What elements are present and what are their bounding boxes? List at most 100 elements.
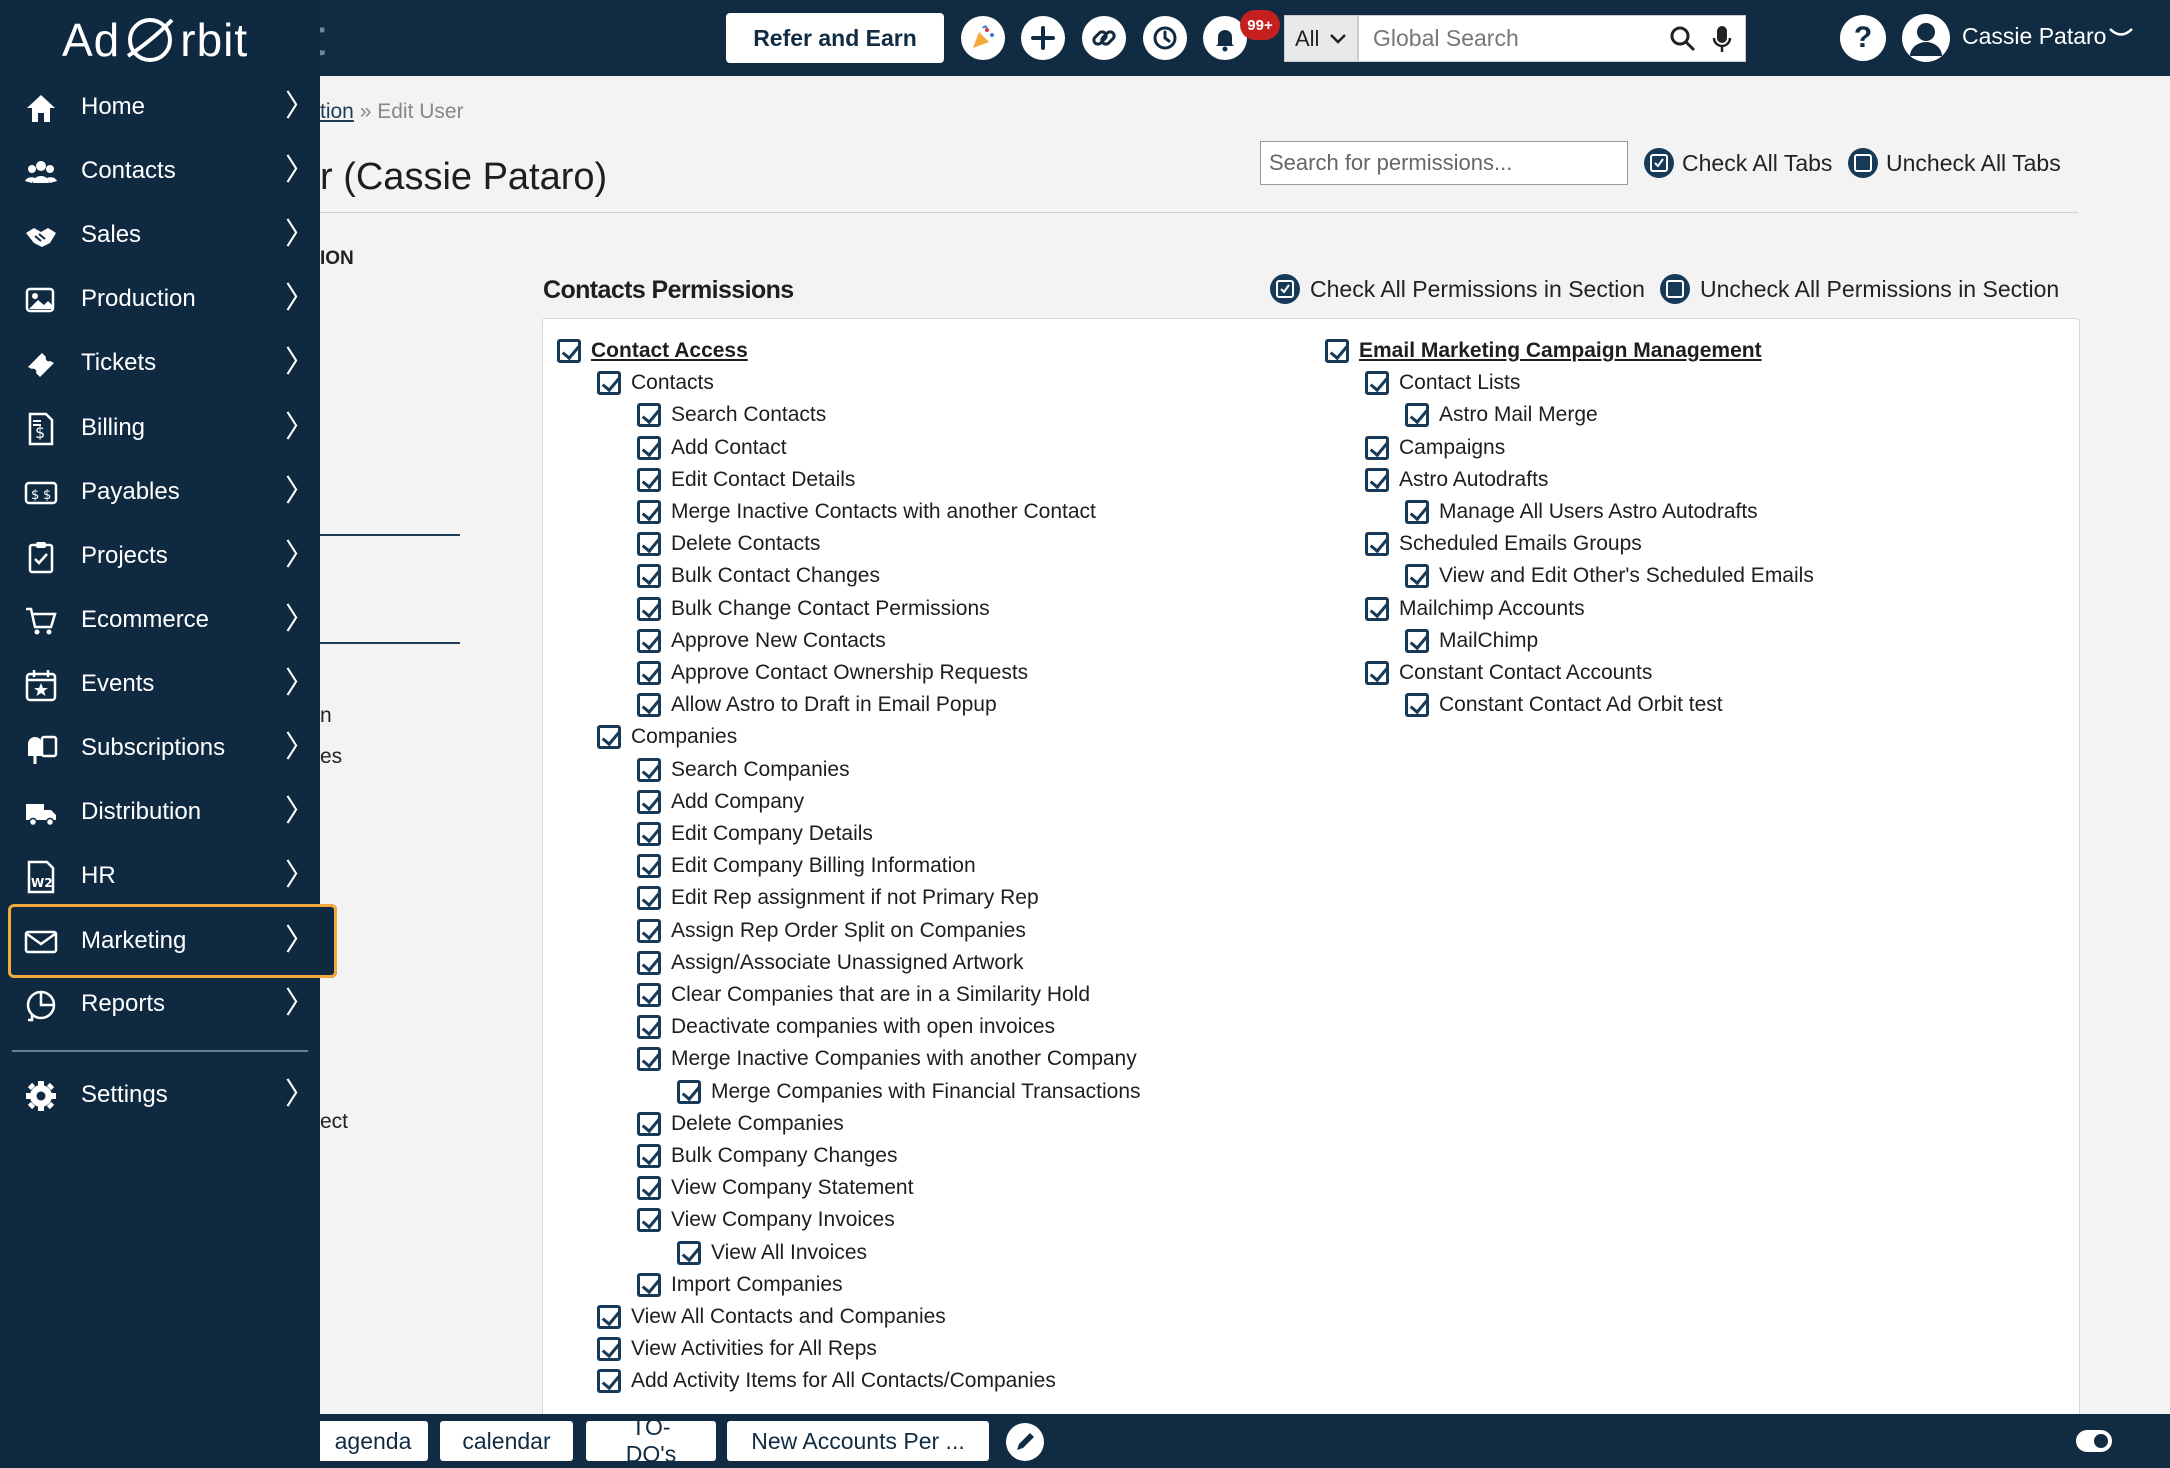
checkbox-checked-icon[interactable] <box>637 1015 661 1040</box>
checkbox-checked-icon[interactable] <box>637 661 661 685</box>
checkbox-checked-icon[interactable] <box>597 725 621 750</box>
permission-item[interactable]: Astro Autodrafts <box>1365 467 1548 492</box>
ad-orbit-logo[interactable]: Ad rbit <box>62 10 248 70</box>
checkbox-checked-icon[interactable] <box>1365 371 1389 396</box>
permission-item[interactable]: Clear Companies that are in a Similarity… <box>637 983 1090 1007</box>
checkbox-checked-icon[interactable] <box>637 403 661 428</box>
chevron-down-icon[interactable] <box>2108 26 2134 42</box>
checkbox-checked-icon[interactable] <box>637 1208 661 1233</box>
pencil-icon[interactable] <box>1006 1423 1044 1461</box>
permission-item[interactable]: Bulk Change Contact Permissions <box>637 596 990 621</box>
checkbox-checked-icon[interactable] <box>1365 661 1389 685</box>
permission-item[interactable]: Contact Lists <box>1365 371 1520 396</box>
checkbox-checked-icon[interactable] <box>597 1305 621 1329</box>
side-tab-fragment[interactable]: ect <box>320 1110 348 1134</box>
checkbox-checked-icon[interactable] <box>597 1337 621 1362</box>
checkbox-checked-icon[interactable] <box>597 371 621 396</box>
side-tab-fragment[interactable]: n <box>320 704 332 728</box>
checkbox-checked-icon[interactable] <box>1365 435 1389 460</box>
global-search-input[interactable] <box>1373 25 1669 52</box>
permission-item[interactable]: Add Activity Items for All Contacts/Comp… <box>597 1369 1056 1394</box>
bottom-tab-new-accounts[interactable]: New Accounts Per ... <box>727 1421 989 1461</box>
add-icon[interactable] <box>1021 16 1065 60</box>
permission-item[interactable]: Import Companies <box>637 1272 843 1297</box>
checkbox-checked-icon[interactable] <box>637 1047 661 1072</box>
permission-item[interactable]: Deactivate companies with open invoices <box>637 1015 1055 1040</box>
permission-item[interactable]: Constant Contact Ad Orbit test <box>1405 693 1723 718</box>
permission-item[interactable]: Approve New Contacts <box>637 628 886 653</box>
uncheck-all-tabs-button[interactable]: Uncheck All Tabs <box>1848 148 2061 178</box>
user-name[interactable]: Cassie Pataro <box>1962 23 2106 50</box>
checkbox-checked-icon[interactable] <box>637 596 661 621</box>
permission-item[interactable]: Contacts <box>597 371 714 396</box>
checkbox-checked-icon[interactable] <box>637 564 661 589</box>
sidebar-item-ecommerce[interactable]: Ecommerce 〉 <box>0 588 320 652</box>
search-icon[interactable] <box>1669 25 1697 53</box>
permission-item[interactable]: Assign Rep Order Split on Companies <box>637 918 1026 943</box>
checkbox-checked-icon[interactable] <box>1405 500 1429 524</box>
sidebar-item-subscriptions[interactable]: Subscriptions 〉 <box>0 716 320 780</box>
checkbox-checked-icon[interactable] <box>1325 339 1349 363</box>
permission-item[interactable]: Assign/Associate Unassigned Artwork <box>637 950 1024 975</box>
permission-item[interactable]: Bulk Company Changes <box>637 1144 897 1168</box>
microphone-icon[interactable] <box>1711 24 1733 54</box>
permission-item[interactable]: Edit Rep assignment if not Primary Rep <box>637 886 1039 911</box>
checkbox-checked-icon[interactable] <box>1405 564 1429 589</box>
user-avatar[interactable] <box>1902 14 1950 62</box>
sidebar-item-sales[interactable]: Sales 〉 <box>0 203 320 267</box>
permission-item[interactable]: Edit Company Billing Information <box>637 854 976 879</box>
checkbox-checked-icon[interactable] <box>637 500 661 524</box>
checkbox-checked-icon[interactable] <box>557 339 581 363</box>
permission-item[interactable]: Allow Astro to Draft in Email Popup <box>637 693 997 718</box>
checkbox-checked-icon[interactable] <box>637 1144 661 1168</box>
permission-item[interactable]: Constant Contact Accounts <box>1365 661 1652 685</box>
permission-search-input[interactable] <box>1260 141 1628 185</box>
toggle-icon[interactable] <box>2076 1430 2112 1452</box>
checkbox-checked-icon[interactable] <box>1365 532 1389 557</box>
checkbox-checked-icon[interactable] <box>637 983 661 1007</box>
checkbox-checked-icon[interactable] <box>637 628 661 653</box>
checkbox-checked-icon[interactable] <box>637 1111 661 1136</box>
checkbox-checked-icon[interactable] <box>637 886 661 911</box>
checkbox-checked-icon[interactable] <box>637 950 661 975</box>
permission-item[interactable]: Search Contacts <box>637 403 826 428</box>
check-all-section-button[interactable]: Check All Permissions in Section <box>1270 274 1645 304</box>
permission-item[interactable]: View and Edit Other's Scheduled Emails <box>1405 564 1814 589</box>
checkbox-checked-icon[interactable] <box>637 789 661 814</box>
permission-item[interactable]: Add Contact <box>637 435 787 460</box>
sidebar-item-distribution[interactable]: Distribution 〉 <box>0 780 320 844</box>
checkbox-checked-icon[interactable] <box>1405 693 1429 718</box>
permission-item[interactable]: Delete Companies <box>637 1111 844 1136</box>
sidebar-item-events[interactable]: Events 〉 <box>0 652 320 716</box>
permission-item[interactable]: View All Contacts and Companies <box>597 1305 946 1329</box>
permission-item[interactable]: View Company Invoices <box>637 1208 895 1233</box>
permission-item[interactable]: View Company Statement <box>637 1176 913 1201</box>
checkbox-checked-icon[interactable] <box>677 1079 701 1104</box>
history-icon[interactable] <box>1143 16 1187 60</box>
checkbox-checked-icon[interactable] <box>677 1240 701 1265</box>
help-icon[interactable]: ? <box>1840 15 1886 61</box>
sidebar-item-production[interactable]: Production 〉 <box>0 267 320 331</box>
checkbox-checked-icon[interactable] <box>1365 596 1389 621</box>
permission-item[interactable]: Bulk Contact Changes <box>637 564 880 589</box>
permission-item[interactable]: Manage All Users Astro Autodrafts <box>1405 500 1758 524</box>
checkbox-checked-icon[interactable] <box>637 435 661 460</box>
permission-item[interactable]: Approve Contact Ownership Requests <box>637 661 1028 685</box>
permission-group-heading[interactable]: Contact Access <box>557 339 748 363</box>
bottom-tab-agenda[interactable]: agenda <box>318 1421 428 1461</box>
sidebar-item-settings[interactable]: Settings 〉 <box>0 1063 320 1127</box>
checkbox-checked-icon[interactable] <box>637 532 661 557</box>
checkbox-checked-icon[interactable] <box>637 467 661 492</box>
permission-item[interactable]: View All Invoices <box>677 1240 867 1265</box>
permission-item[interactable]: Mailchimp Accounts <box>1365 596 1585 621</box>
checkbox-checked-icon[interactable] <box>637 822 661 846</box>
sidebar-item-payables[interactable]: $ $ Payables 〉 <box>0 460 320 524</box>
permission-item[interactable]: Delete Contacts <box>637 532 820 557</box>
checkbox-checked-icon[interactable] <box>637 757 661 782</box>
sidebar-item-billing[interactable]: $ Billing 〉 <box>0 396 320 460</box>
checkbox-checked-icon[interactable] <box>637 918 661 943</box>
link-icon[interactable] <box>1082 16 1126 60</box>
permission-item[interactable]: Merge Companies with Financial Transacti… <box>677 1079 1141 1104</box>
checkbox-checked-icon[interactable] <box>637 1176 661 1201</box>
permission-item[interactable]: Merge Inactive Contacts with another Con… <box>637 500 1096 524</box>
